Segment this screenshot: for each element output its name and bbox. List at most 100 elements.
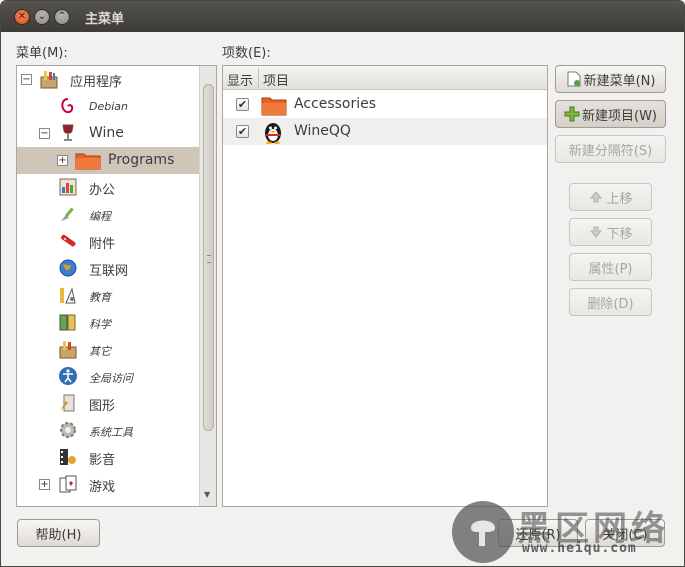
new-item-label: 新建项目(W): [582, 108, 657, 124]
title-bar[interactable]: ✕ ⌄ ⌃ 主菜单: [1, 1, 684, 32]
help-button[interactable]: 帮助(H): [17, 519, 100, 547]
watermark-url: www.heiqu.com: [522, 541, 637, 556]
tree-item-label: 应用程序: [70, 75, 123, 90]
graphics-icon: [58, 393, 78, 413]
delete-button[interactable]: 删除(D): [569, 288, 652, 316]
tree-item-programming[interactable]: 编程: [17, 201, 200, 228]
tree-item-accessories[interactable]: 附件: [17, 228, 200, 255]
multimedia-icon: [58, 447, 78, 467]
tree-item-system-tools[interactable]: 系统工具: [17, 417, 200, 444]
expand-expander-icon[interactable]: +: [57, 155, 68, 166]
tree-item-label: 图形: [89, 399, 116, 414]
watermark-logo-icon: [452, 501, 514, 563]
tree-item-label: 全局访问: [89, 372, 133, 385]
tree-item-label: 影音: [89, 453, 116, 468]
applications-icon: [39, 69, 59, 89]
tree-item-internet[interactable]: 互联网: [17, 255, 200, 282]
list-item-name: Accessories: [294, 96, 377, 112]
grip-icon: [207, 255, 211, 263]
column-header-item[interactable]: 项目: [263, 70, 289, 89]
accessibility-icon: [58, 366, 78, 386]
tree-item-multimedia[interactable]: 影音: [17, 444, 200, 471]
tree-item-label: 附件: [89, 237, 116, 252]
move-down-label: 下移: [606, 226, 633, 242]
menu-items-list[interactable]: 显示 项目 ✔ Accessories ✔ WineQQ: [222, 65, 548, 507]
tree-item-label: 系统工具: [89, 426, 133, 439]
column-header-show[interactable]: 显示: [227, 70, 253, 89]
list-row-wineqq[interactable]: ✔ WineQQ: [223, 118, 547, 145]
show-checkbox[interactable]: ✔: [236, 125, 249, 138]
tree-item-accessibility[interactable]: 全局访问: [17, 363, 200, 390]
delete-label: 删除(D): [587, 296, 634, 312]
office-icon: [58, 177, 78, 197]
tree-item-games[interactable]: + 游戏: [17, 471, 200, 498]
properties-button[interactable]: 属性(P): [569, 253, 652, 281]
tree-item-debian[interactable]: Debian: [17, 93, 200, 120]
up-arrow-icon: [588, 189, 604, 205]
new-document-icon: [566, 71, 582, 87]
accessories-knife-icon: [58, 231, 78, 251]
tree-item-other[interactable]: 其它: [17, 336, 200, 363]
move-up-label: 上移: [606, 191, 633, 207]
menus-label: 菜单(M):: [16, 46, 68, 61]
window-title: 主菜单: [85, 12, 125, 27]
add-plus-icon: [564, 106, 580, 122]
tree-item-applications[interactable]: − 应用程序: [17, 66, 200, 93]
items-label: 项数(E):: [222, 46, 271, 61]
folder-icon: [75, 150, 101, 170]
list-row-accessories[interactable]: ✔ Accessories: [223, 91, 547, 118]
properties-label: 属性(P): [588, 261, 633, 277]
wine-glass-icon: [58, 123, 78, 143]
collapse-expander-icon[interactable]: −: [21, 74, 32, 85]
internet-globe-icon: [58, 258, 78, 278]
tree-item-programs[interactable]: + Programs: [17, 147, 200, 174]
education-icon: [58, 285, 78, 305]
close-window-icon[interactable]: ✕: [14, 9, 30, 25]
collapse-expander-icon[interactable]: −: [39, 128, 50, 139]
maximize-window-icon[interactable]: ⌃: [54, 9, 70, 25]
move-up-button[interactable]: 上移: [569, 183, 652, 211]
tree-item-label: Programs: [108, 152, 175, 168]
tree-item-label: 编程: [89, 210, 111, 223]
main-menu-window: ✕ ⌄ ⌃ 主菜单 菜单(M): 项数(E): − 应用程序 Debian −: [0, 0, 685, 567]
menu-tree[interactable]: − 应用程序 Debian − Wine + Programs 办公 编程 附件…: [16, 65, 217, 507]
minimize-window-icon[interactable]: ⌄: [34, 9, 50, 25]
scroll-down-arrow-icon[interactable]: ▼: [204, 490, 210, 499]
tree-item-label: 办公: [89, 183, 116, 198]
help-label: 帮助(H): [35, 527, 82, 543]
folder-icon: [261, 94, 287, 116]
tree-scrollbar[interactable]: ▼: [199, 66, 216, 506]
tree-item-education[interactable]: 教育: [17, 282, 200, 309]
tree-item-label: 科学: [89, 318, 111, 331]
tree-item-label: Wine: [89, 125, 124, 141]
tree-item-wine[interactable]: − Wine: [17, 120, 200, 147]
new-menu-button[interactable]: 新建菜单(N): [555, 65, 666, 93]
expand-expander-icon[interactable]: +: [39, 479, 50, 490]
tree-item-science[interactable]: 科学: [17, 309, 200, 336]
tree-scrollbar-thumb[interactable]: [203, 84, 214, 431]
tree-item-label: Debian: [89, 100, 128, 113]
new-separator-label: 新建分隔符(S): [568, 143, 653, 159]
other-icon: [58, 339, 78, 359]
column-separator[interactable]: [258, 68, 259, 88]
list-item-name: WineQQ: [294, 123, 351, 139]
new-menu-label: 新建菜单(N): [583, 73, 656, 89]
games-cards-icon: [58, 474, 78, 494]
new-separator-button[interactable]: 新建分隔符(S): [555, 135, 666, 163]
system-tools-gear-icon: [58, 420, 78, 440]
tree-item-office[interactable]: 办公: [17, 174, 200, 201]
tree-item-label: 游戏: [89, 480, 116, 495]
tree-item-graphics[interactable]: 图形: [17, 390, 200, 417]
new-item-button[interactable]: 新建项目(W): [555, 100, 666, 128]
tree-item-label: 其它: [89, 345, 111, 358]
tree-item-label: 教育: [89, 291, 111, 304]
tree-item-label: 互联网: [89, 264, 129, 279]
show-checkbox[interactable]: ✔: [236, 98, 249, 111]
list-header: 显示 项目: [223, 66, 547, 90]
qq-penguin-icon: [261, 120, 285, 145]
debian-swirl-icon: [58, 96, 78, 116]
programming-trowel-icon: [58, 204, 78, 224]
move-down-button[interactable]: 下移: [569, 218, 652, 246]
science-icon: [58, 312, 78, 332]
down-arrow-icon: [588, 224, 604, 240]
